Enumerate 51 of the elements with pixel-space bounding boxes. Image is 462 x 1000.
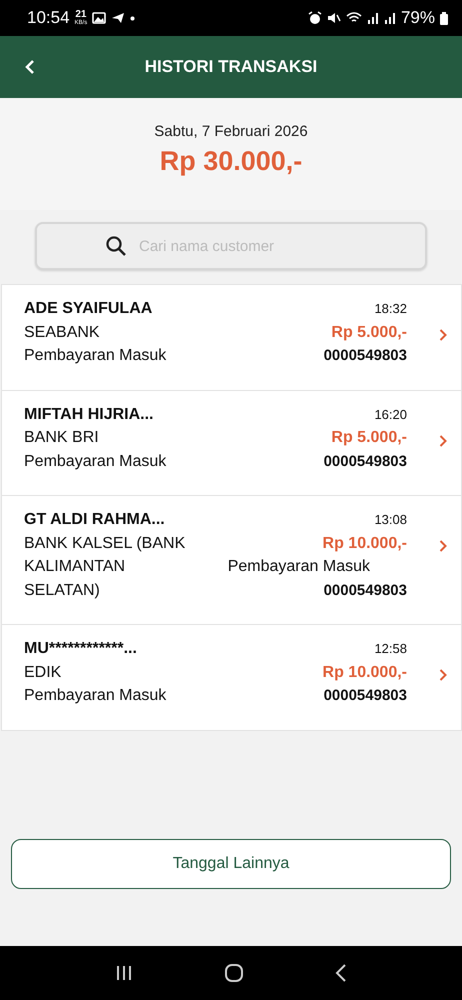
- bank-name: EDIK: [24, 662, 62, 682]
- total-amount: Rp 30.000,-: [160, 146, 302, 177]
- home-icon[interactable]: [224, 963, 244, 983]
- back-icon[interactable]: [334, 964, 347, 982]
- customer-name: GT ALDI RAHMA...: [24, 510, 166, 530]
- chevron-icon: [439, 329, 447, 341]
- battery-percent: 79%: [400, 8, 435, 28]
- bank-name: SEABANK: [24, 322, 101, 342]
- status-time: 10:54: [27, 8, 70, 28]
- send-icon: [111, 12, 126, 24]
- transaction-item[interactable]: ADE SYAIFULAA SEABANK Pembayaran Masuk 18:32 Rp 5.000,- 0000549803: [2, 285, 461, 390]
- dot-icon: [130, 16, 136, 20]
- chevron-icon: [439, 669, 447, 681]
- transaction-time: 16:20: [374, 406, 407, 424]
- battery-icon: [440, 12, 448, 24]
- chevron-icon: [439, 540, 447, 552]
- reference-number: 0000549803: [324, 580, 407, 600]
- chevron-icon: [439, 434, 447, 446]
- screen-title: HISTORI TRANSAKSI: [144, 57, 318, 77]
- transaction-time: 18:32: [374, 300, 407, 318]
- bank-name: BANK KALSEL (BANK KALIMANTAN SELATAN): [24, 534, 186, 600]
- transaction-amount: Rp 5.000,-: [331, 428, 407, 448]
- transaction-type: Pembayaran Masuk: [228, 557, 370, 577]
- customer-name: MIFTAH HIJRIA...: [24, 404, 154, 424]
- transaction-item[interactable]: MU************... EDIK Pembayaran Masuk 12:58 Rp 10.000,- 0000549803: [2, 625, 461, 730]
- alarm-icon: [308, 11, 322, 25]
- date-label: Sabtu, 7 Februari 2026: [154, 123, 308, 140]
- transaction-time: 13:08: [374, 511, 407, 529]
- transaction-amount: Rp 5.000,-: [331, 322, 407, 342]
- mute-icon: [326, 11, 341, 25]
- reference-number: 0000549803: [324, 452, 407, 472]
- bank-name: BANK BRI: [24, 428, 100, 448]
- transaction-amount: Rp 10.000,-: [322, 534, 407, 554]
- signal-icon: [384, 12, 396, 24]
- transaction-type: Pembayaran Masuk: [24, 452, 168, 472]
- transaction-time: 12:58: [374, 640, 407, 658]
- other-dates-button[interactable]: Tanggal Lainnya: [11, 839, 451, 889]
- reference-number: 0000549803: [324, 686, 407, 706]
- transaction-amount: Rp 10.000,-: [322, 662, 407, 682]
- transaction-type: Pembayaran Masuk: [24, 346, 168, 366]
- image-icon: [92, 12, 106, 24]
- search-icon: [105, 235, 127, 257]
- customer-name: ADE SYAIFULAA: [24, 299, 154, 319]
- transaction-item[interactable]: MIFTAH HIJRIA... BANK BRI Pembayaran Masuk 16:20 Rp 5.000,- 0000549803: [2, 390, 461, 496]
- customer-name: MU************...: [24, 639, 138, 659]
- recent-apps-icon[interactable]: [115, 965, 134, 981]
- signal-icon: [366, 12, 379, 24]
- back-icon: [25, 60, 35, 74]
- transaction-type: Pembayaran Masuk: [24, 686, 168, 706]
- reference-number: 0000549803: [324, 346, 407, 366]
- transaction-item[interactable]: GT ALDI RAHMA... BANK KALSEL (BANK KALIMANTAN SELATAN) 13:08 Rp 10.000,- Pembayaran Masuk 0000549803: [2, 496, 461, 625]
